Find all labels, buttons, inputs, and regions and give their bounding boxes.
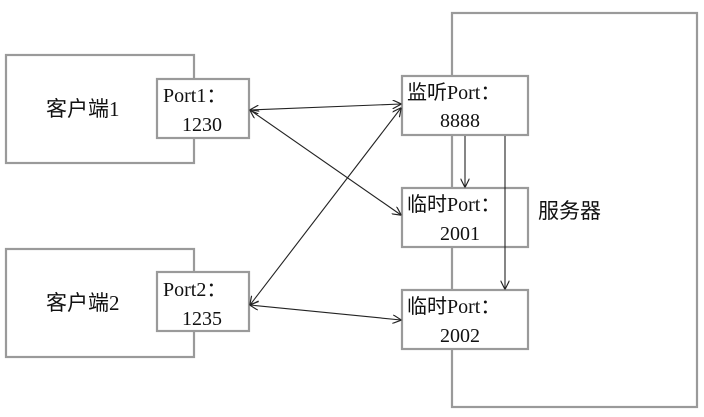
- temp-port-2-box: 临时Port： 2002: [400, 288, 530, 351]
- temp-port-1-box: 临时Port： 2001: [400, 186, 530, 249]
- client-1-port-number: 1230: [182, 114, 222, 136]
- client-1-label: 客户端1: [46, 97, 120, 121]
- client-1-port-box: Port1： 1230: [155, 77, 251, 140]
- client-2-port-name: Port2：: [163, 279, 226, 301]
- edge-port2-temp2: [250, 305, 401, 320]
- listen-port-number: 8888: [440, 110, 480, 132]
- server-label: 服务器: [538, 199, 601, 223]
- listen-port-name: 监听Port：: [407, 81, 500, 104]
- network-diagram: 服务器 客户端1 Port1： 1230 客户端2 Port2： 1235 监听…: [4, 11, 699, 409]
- temp-port-2-name: 临时Port：: [407, 295, 500, 318]
- temp-port-1-name: 临时Port：: [407, 193, 500, 216]
- edge-port1-listen: [250, 104, 401, 110]
- edge-port2-listen: [250, 108, 401, 305]
- client-2-port-number: 1235: [182, 308, 222, 330]
- edge-port1-temp1: [250, 110, 401, 215]
- client-2-label: 客户端2: [46, 291, 120, 315]
- client-1-port-name: Port1：: [163, 85, 226, 107]
- temp-port-1-number: 2001: [440, 223, 480, 245]
- client-2-port-box: Port2： 1235: [155, 270, 251, 333]
- listen-port-box: 监听Port： 8888: [400, 74, 530, 137]
- temp-port-2-number: 2002: [440, 325, 480, 347]
